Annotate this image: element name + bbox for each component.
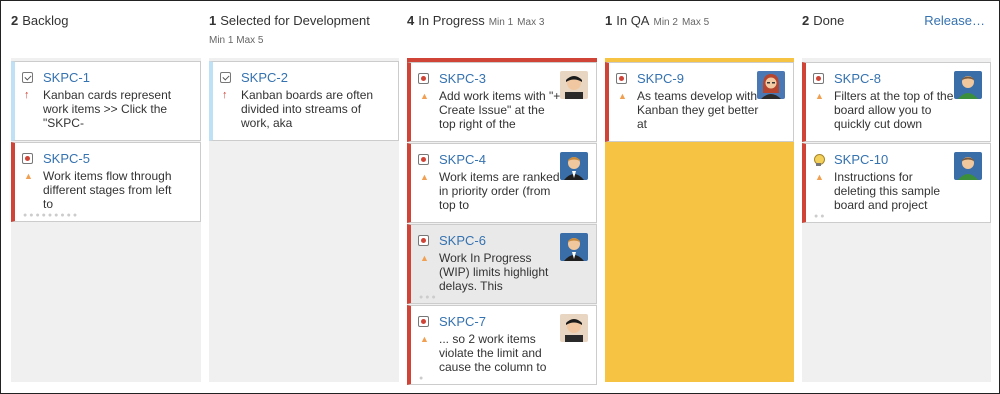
task-icon (220, 72, 231, 83)
card-skpc-5[interactable]: ▲ SKPC-5 Work items flow through differe… (11, 142, 201, 222)
priority-medium-icon: ▲ (420, 172, 429, 182)
column-name: In QA (616, 13, 650, 28)
column-count: 2 (802, 13, 810, 28)
assignee-avatar[interactable] (560, 233, 588, 261)
bug-icon (418, 154, 429, 165)
column-in-progress: ▲ SKPC-3 Add work items with "+ Create I… (407, 58, 597, 385)
column-max: Max 5 (681, 17, 710, 28)
assignee-avatar[interactable] (954, 71, 982, 99)
kanban-board: 2 Backlog 1 Selected for Development Min 1… (0, 0, 1000, 394)
card-skpc-6[interactable]: ▲ SKPC-6 Work In Progress (WIP) limits h… (407, 224, 597, 304)
priority-medium-icon: ▲ (24, 171, 33, 181)
column-min: Min 1 (488, 17, 514, 28)
column-backlog: ↑ SKPC-1 Kanban cards represent work ite… (11, 58, 201, 382)
column-selected-for-development: ↑ SKPC-2 Kanban boards are often divided… (209, 58, 399, 382)
bug-icon (813, 73, 824, 84)
column-header-in-qa: 1 In QA Min 2 Max 5 (605, 13, 709, 28)
issue-summary: Filters at the top of the board allow yo… (834, 89, 954, 131)
priority-high-icon: ↑ (24, 89, 30, 101)
bug-icon (418, 73, 429, 84)
card-skpc-3[interactable]: ▲ SKPC-3 Add work items with "+ Create I… (407, 62, 597, 142)
priority-medium-icon: ▲ (420, 91, 429, 101)
column-limits: Min 1 Max 5 (209, 35, 263, 46)
card-skpc-1[interactable]: ↑ SKPC-1 Kanban cards represent work ite… (11, 61, 201, 141)
issue-summary: Kanban cards represent work items >> Cli… (43, 88, 172, 130)
release-link[interactable]: Release… (924, 13, 985, 28)
bug-icon (22, 153, 33, 164)
priority-medium-icon: ▲ (815, 91, 824, 101)
issue-summary: Work items are ranked in priority order … (439, 170, 560, 212)
assignee-avatar[interactable] (560, 314, 588, 342)
column-in-qa: ▲ SKPC-9 As teams develop with Kanban th… (605, 58, 794, 382)
issue-key[interactable]: SKPC-9 (637, 71, 684, 86)
priority-high-icon: ↑ (222, 89, 228, 101)
priority-medium-icon: ▲ (815, 172, 824, 182)
column-count: 4 (407, 13, 415, 28)
card-skpc-4[interactable]: ▲ SKPC-4 Work items are ranked in priori… (407, 143, 597, 223)
column-name: Done (813, 13, 845, 28)
column-min: Min 1 (209, 35, 234, 46)
card-skpc-9[interactable]: ▲ SKPC-9 As teams develop with Kanban th… (605, 62, 794, 142)
column-count: 1 (209, 13, 217, 28)
column-count: 2 (11, 13, 19, 28)
column-header-backlog: 2 Backlog (11, 13, 68, 28)
column-name: Backlog (22, 13, 69, 28)
card-skpc-10[interactable]: ▲ SKPC-10 Instructions for deleting this… (802, 143, 991, 223)
lightbulb-icon (813, 154, 825, 167)
issue-summary: Add work items with "+ Create Issue" at … (439, 89, 561, 131)
column-count: 1 (605, 13, 613, 28)
issue-summary: ... so 2 work items violate the limit an… (439, 332, 547, 374)
assignee-avatar[interactable] (954, 152, 982, 180)
column-max: Max 5 (236, 35, 264, 46)
issue-summary: Work In Progress (WIP) limits highlight … (439, 251, 549, 293)
column-header-done: 2 Done (802, 13, 844, 28)
issue-key[interactable]: SKPC-1 (43, 70, 90, 85)
assignee-avatar[interactable] (757, 71, 785, 99)
card-skpc-2[interactable]: ↑ SKPC-2 Kanban boards are often divided… (209, 61, 399, 141)
bug-icon (418, 316, 429, 327)
bug-icon (616, 73, 627, 84)
column-done: ▲ SKPC-8 Filters at the top of the board… (802, 58, 991, 382)
days-in-column-dots: ●●● (419, 294, 438, 301)
column-name: Selected for Development (220, 13, 370, 28)
assignee-avatar[interactable] (560, 152, 588, 180)
priority-medium-icon: ▲ (420, 334, 429, 344)
issue-key[interactable]: SKPC-3 (439, 71, 486, 86)
issue-key[interactable]: SKPC-7 (439, 314, 486, 329)
priority-medium-icon: ▲ (420, 253, 429, 263)
card-skpc-8[interactable]: ▲ SKPC-8 Filters at the top of the board… (802, 62, 991, 142)
issue-summary: As teams develop with Kanban they get be… (637, 89, 759, 131)
issue-key[interactable]: SKPC-8 (834, 71, 881, 86)
days-in-column-dots: ● (419, 375, 426, 382)
days-in-column-dots: ●●●●●●●●● (23, 212, 80, 219)
column-header-selected: 1 Selected for Development (209, 13, 370, 28)
issue-key[interactable]: SKPC-2 (241, 70, 288, 85)
task-icon (22, 72, 33, 83)
card-skpc-7[interactable]: ▲ SKPC-7 ... so 2 work items violate the… (407, 305, 597, 385)
assignee-avatar[interactable] (560, 71, 588, 99)
column-name: In Progress (418, 13, 485, 28)
column-min: Min 2 (653, 17, 678, 28)
issue-key[interactable]: SKPC-10 (834, 152, 888, 167)
priority-medium-icon: ▲ (618, 91, 627, 101)
issue-key[interactable]: SKPC-4 (439, 152, 486, 167)
issue-summary: Work items flow through different stages… (43, 169, 172, 211)
issue-key[interactable]: SKPC-6 (439, 233, 486, 248)
days-in-column-dots: ●● (814, 213, 827, 220)
bug-icon (418, 235, 429, 246)
issue-summary: Instructions for deleting this sample bo… (834, 170, 941, 212)
issue-summary: Kanban boards are often divided into str… (241, 88, 374, 130)
column-max: Max 3 (517, 17, 545, 28)
issue-key[interactable]: SKPC-5 (43, 151, 90, 166)
column-header-in-progress: 4 In Progress Min 1 Max 3 (407, 13, 544, 28)
